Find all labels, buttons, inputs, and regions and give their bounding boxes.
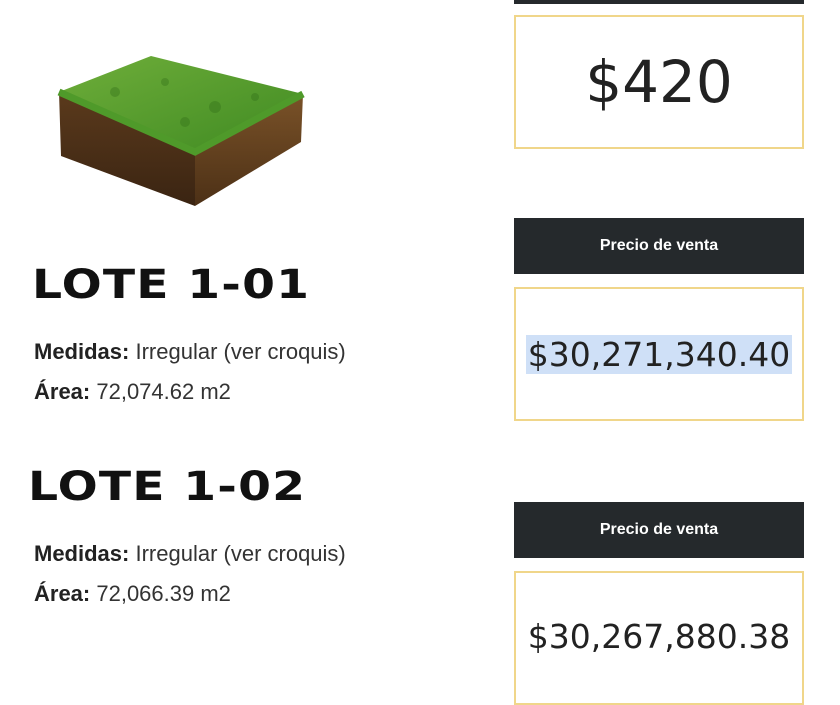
price-header-bar: Precio de venta xyxy=(514,502,804,558)
lot-area: Área: 72,066.39 m2 xyxy=(34,580,231,608)
measures-value: Irregular (ver croquis) xyxy=(129,339,346,364)
area-value: 72,066.39 m2 xyxy=(90,581,231,606)
price-value-previous: $420 xyxy=(585,48,733,116)
price-box-previous: $420 xyxy=(514,15,804,149)
price-header-label: Precio de venta xyxy=(599,521,719,538)
grass-soil-cube-icon xyxy=(57,56,305,206)
lot-measures: Medidas: Irregular (ver croquis) xyxy=(34,540,346,568)
area-label: Área: xyxy=(34,379,91,404)
price-value[interactable]: $30,267,880.38 xyxy=(528,617,790,656)
measures-value: Irregular (ver croquis) xyxy=(129,541,346,566)
lot-area: Área: 72,074.62 m2 xyxy=(34,378,231,406)
measures-label: Medidas: xyxy=(34,541,130,566)
price-header-bar: Precio de venta xyxy=(514,218,804,274)
area-label: Área: xyxy=(34,581,91,606)
area-value: 72,074.62 m2 xyxy=(90,379,231,404)
lot-measures: Medidas: Irregular (ver croquis) xyxy=(34,338,346,366)
measures-label: Medidas: xyxy=(34,339,130,364)
lot-title: LOTE 1-01 xyxy=(32,262,311,308)
lot-title: LOTE 1-02 xyxy=(28,464,307,510)
price-value[interactable]: $30,271,340.40 xyxy=(525,334,793,374)
price-header-label: Precio de venta xyxy=(599,237,719,254)
price-box: $30,271,340.40 xyxy=(514,287,804,421)
price-header-bar-previous xyxy=(514,0,804,4)
price-box: $30,267,880.38 xyxy=(514,571,804,705)
